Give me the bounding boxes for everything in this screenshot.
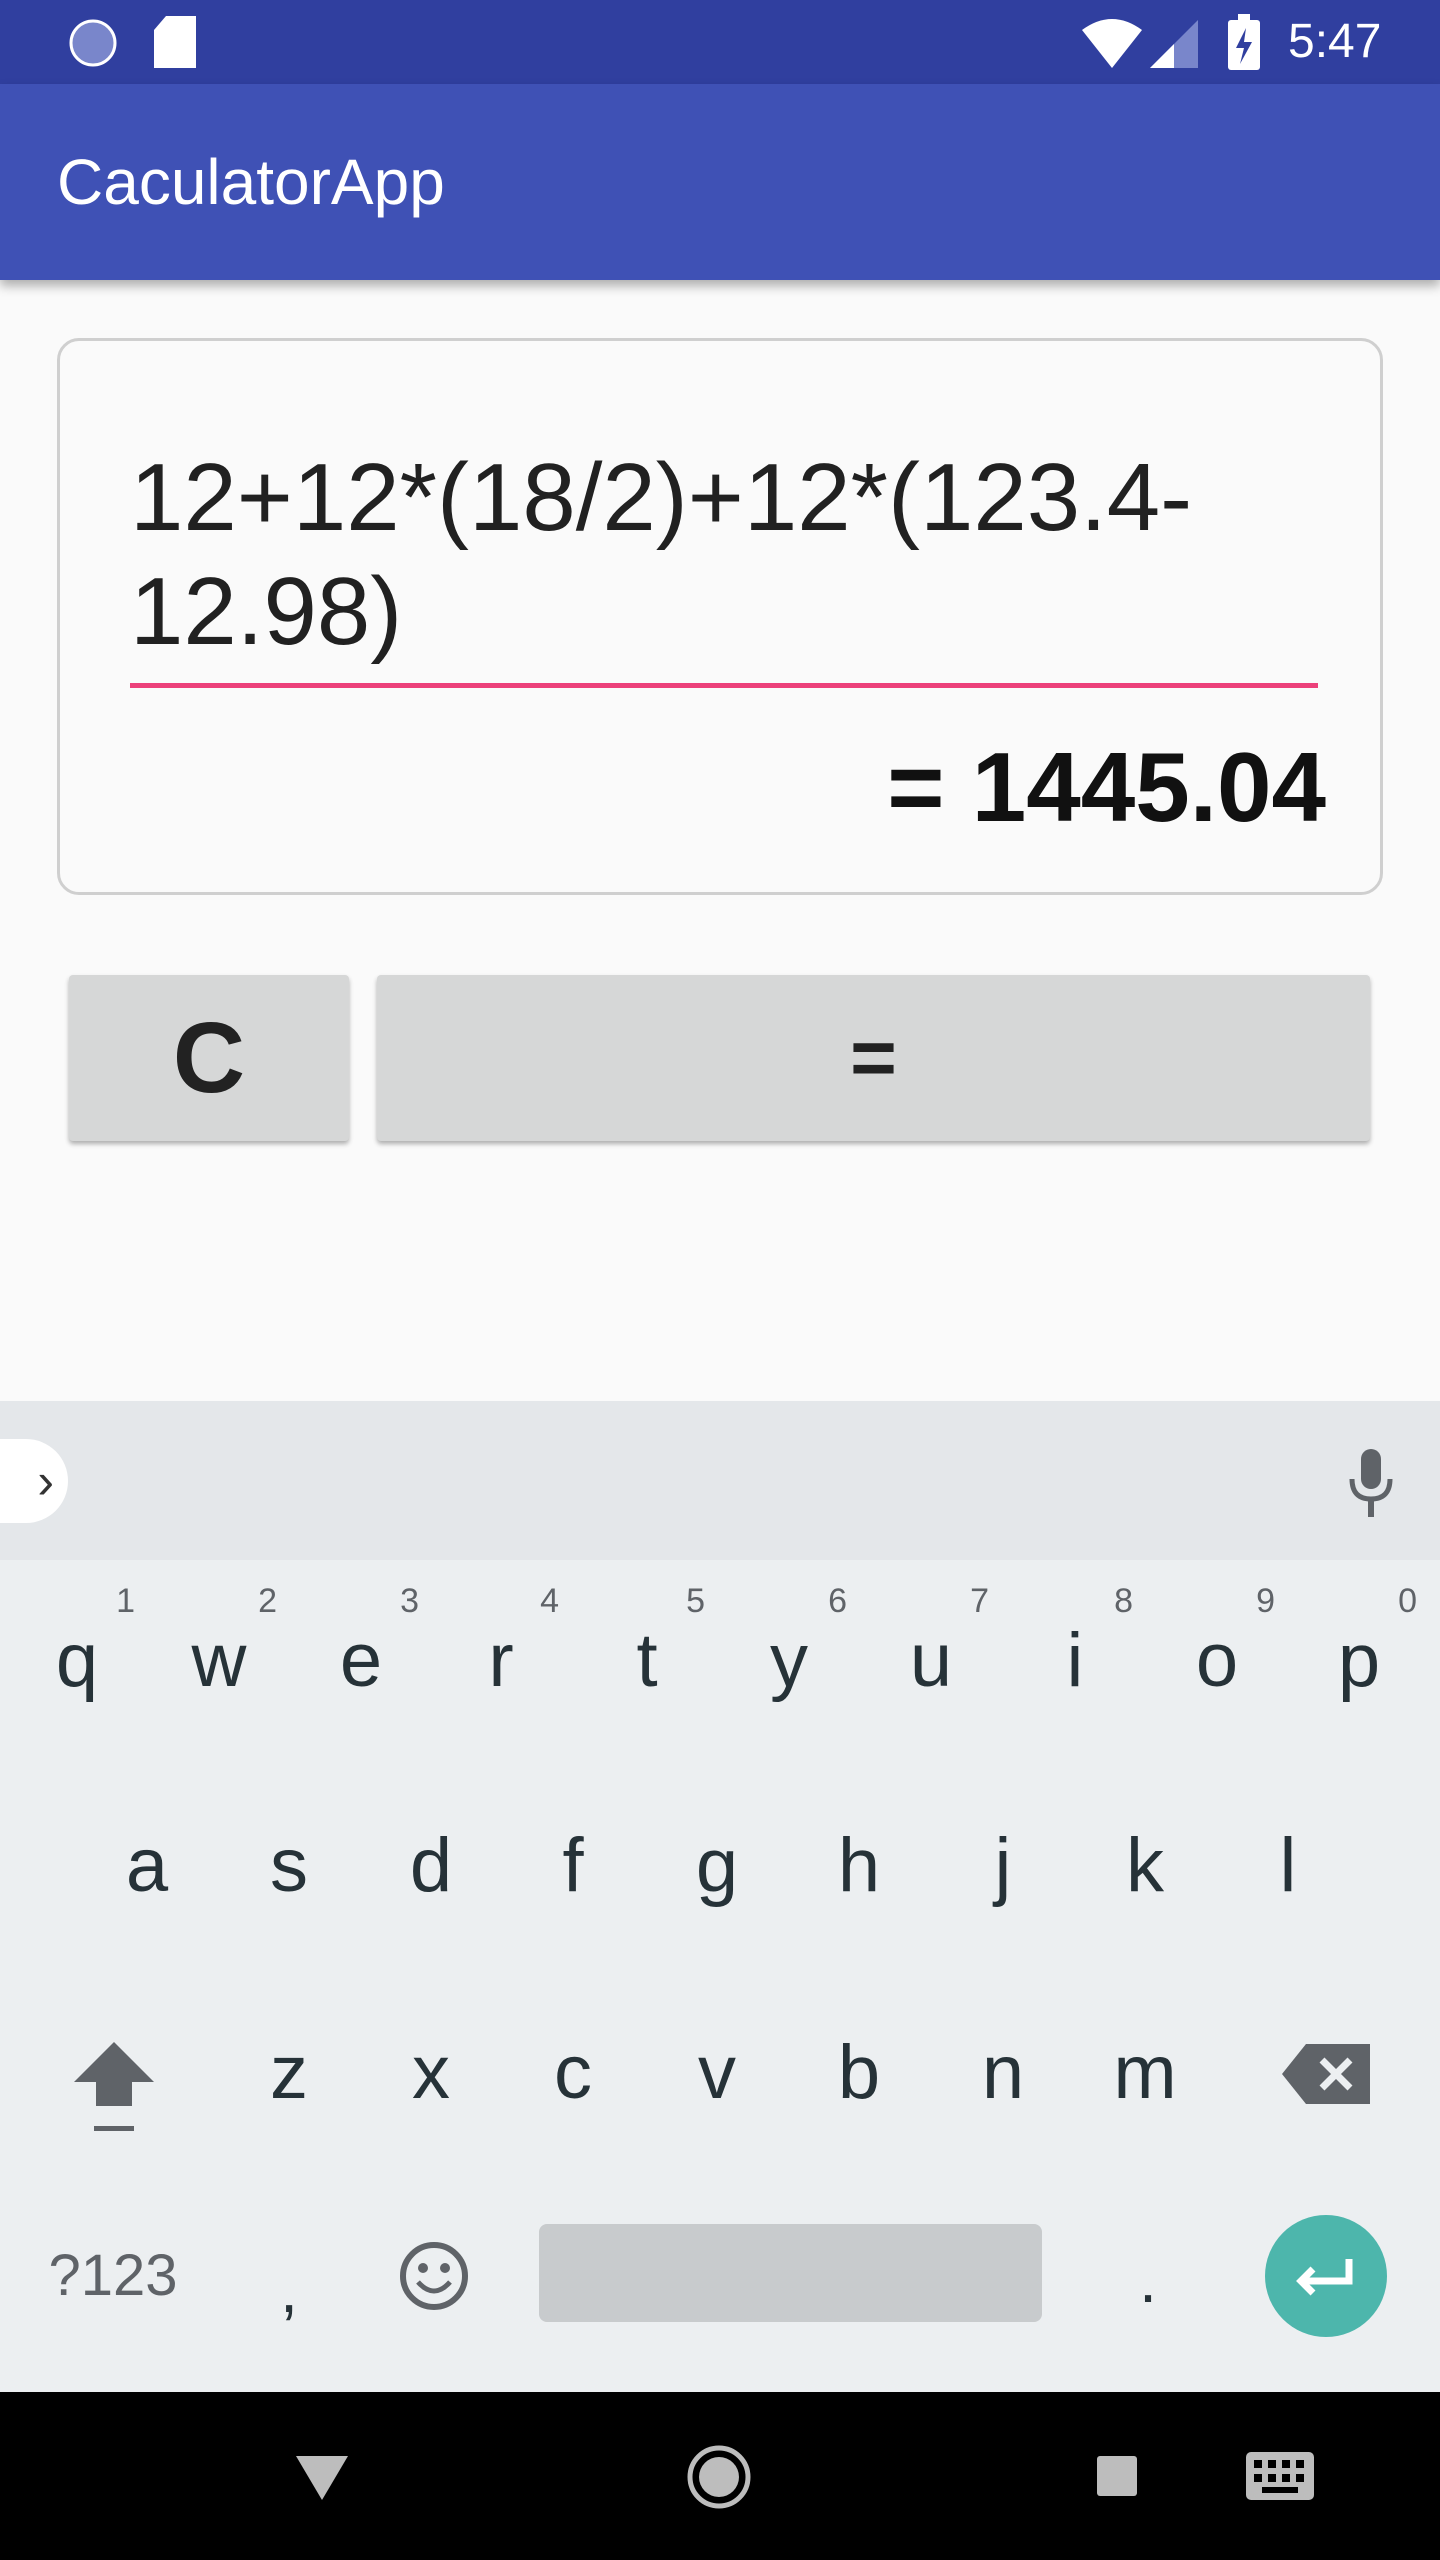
key-letter: a: [125, 1822, 169, 1908]
key-number-hint: 6: [828, 1582, 847, 1620]
display-card: 12+12*(18/2)+12*(123.4-12.98) = 1445.04: [57, 338, 1383, 895]
key-letter: f: [562, 1822, 584, 1908]
key-n[interactable]: n: [933, 1982, 1073, 2162]
key-letter: e: [339, 1617, 383, 1703]
key-number-hint: 5: [686, 1582, 705, 1620]
key-letter: w: [191, 1617, 247, 1703]
key-letter: i: [1066, 1617, 1084, 1703]
key-letter: d: [409, 1822, 453, 1908]
key-letter: o: [1195, 1617, 1239, 1703]
suggestion-strip: ›: [0, 1401, 1440, 1560]
key-letter: p: [1337, 1617, 1381, 1703]
status-bar: 5:47: [0, 0, 1440, 84]
enter-button[interactable]: [1265, 2215, 1387, 2337]
key-letter: c: [554, 2029, 592, 2115]
microphone-icon[interactable]: [1346, 1449, 1396, 1521]
key-m[interactable]: m: [1075, 1982, 1215, 2162]
key-letter: l: [1279, 1822, 1297, 1908]
key-letter: j: [994, 1822, 1012, 1908]
backspace-icon[interactable]: [1282, 2044, 1370, 2104]
key-letter: y: [770, 1617, 808, 1703]
key-letter: k: [1126, 1822, 1164, 1908]
key-number-hint: 4: [540, 1582, 559, 1620]
key-letter: t: [636, 1617, 658, 1703]
back-icon[interactable]: [296, 2456, 348, 2500]
key-t[interactable]: t5: [577, 1570, 717, 1750]
key-letter: g: [695, 1822, 739, 1908]
key-w[interactable]: w2: [149, 1570, 289, 1750]
key-b[interactable]: b: [789, 1982, 929, 2162]
key-q[interactable]: q1: [7, 1570, 147, 1750]
key-s[interactable]: s: [219, 1775, 359, 1955]
key-letter: s: [270, 1822, 308, 1908]
key-letter: h: [837, 1822, 881, 1908]
clear-button[interactable]: C: [69, 975, 349, 1141]
home-icon[interactable]: [686, 2444, 752, 2510]
sync-icon: [69, 19, 117, 67]
key-y[interactable]: y6: [719, 1570, 859, 1750]
symbols-key[interactable]: ?123: [43, 2185, 183, 2365]
result-text: = 1445.04: [887, 732, 1326, 842]
key-letter: b: [837, 2029, 881, 2115]
period-key[interactable]: .: [1078, 2190, 1218, 2370]
key-v[interactable]: v: [647, 1982, 787, 2162]
key-letter: m: [1113, 2029, 1177, 2115]
key-letter: z: [270, 2029, 308, 2115]
key-l[interactable]: l: [1218, 1775, 1358, 1955]
key-letter: r: [488, 1617, 514, 1703]
enter-icon: [1296, 2259, 1353, 2296]
input-underline: [130, 683, 1318, 688]
key-j[interactable]: j: [933, 1775, 1073, 1955]
key-letter: q: [55, 1617, 99, 1703]
expand-chevron-icon[interactable]: ›: [0, 1439, 68, 1523]
signal-icon: [1150, 20, 1198, 68]
key-i[interactable]: i8: [1005, 1570, 1145, 1750]
recents-icon[interactable]: [1097, 2456, 1137, 2496]
key-d[interactable]: d: [361, 1775, 501, 1955]
shift-icon[interactable]: [72, 2040, 156, 2136]
app-title: CaculatorApp: [57, 146, 445, 218]
key-o[interactable]: o9: [1147, 1570, 1287, 1750]
emoji-icon[interactable]: [398, 2240, 470, 2312]
key-number-hint: 8: [1114, 1582, 1133, 1620]
app-bar: CaculatorApp: [0, 84, 1440, 280]
key-number-hint: 7: [970, 1582, 989, 1620]
key-k[interactable]: k: [1075, 1775, 1215, 1955]
wifi-icon: [1082, 19, 1142, 68]
key-letter: u: [909, 1617, 953, 1703]
equals-button[interactable]: =: [377, 975, 1370, 1141]
sd-card-icon: [154, 16, 196, 68]
key-letter: n: [981, 2029, 1025, 2115]
key-a[interactable]: a: [77, 1775, 217, 1955]
key-f[interactable]: f: [503, 1775, 643, 1955]
keyboard: ?123 , . q1w2e3r4t5y6u7i8o9p0asdfghjklzx…: [0, 1560, 1440, 2392]
clock: 5:47: [1288, 15, 1382, 68]
navigation-bar: [0, 2392, 1440, 2560]
key-x[interactable]: x: [361, 1982, 501, 2162]
key-e[interactable]: e3: [291, 1570, 431, 1750]
comma-key[interactable]: ,: [219, 2200, 359, 2380]
key-letter: x: [412, 2029, 450, 2115]
key-z[interactable]: z: [219, 1982, 359, 2162]
key-number-hint: 2: [258, 1582, 277, 1620]
key-number-hint: 0: [1398, 1582, 1417, 1620]
key-number-hint: 1: [116, 1582, 135, 1620]
key-c[interactable]: c: [503, 1982, 643, 2162]
key-h[interactable]: h: [789, 1775, 929, 1955]
battery-charging-icon: [1228, 14, 1260, 70]
key-u[interactable]: u7: [861, 1570, 1001, 1750]
expression-input[interactable]: 12+12*(18/2)+12*(123.4-12.98): [130, 441, 1330, 669]
key-number-hint: 9: [1256, 1582, 1275, 1620]
space-bar[interactable]: [539, 2224, 1042, 2322]
key-number-hint: 3: [400, 1582, 419, 1620]
key-letter: v: [698, 2029, 736, 2115]
keyboard-switch-icon[interactable]: [1246, 2452, 1314, 2500]
key-p[interactable]: p0: [1289, 1570, 1429, 1750]
key-g[interactable]: g: [647, 1775, 787, 1955]
key-r[interactable]: r4: [431, 1570, 571, 1750]
